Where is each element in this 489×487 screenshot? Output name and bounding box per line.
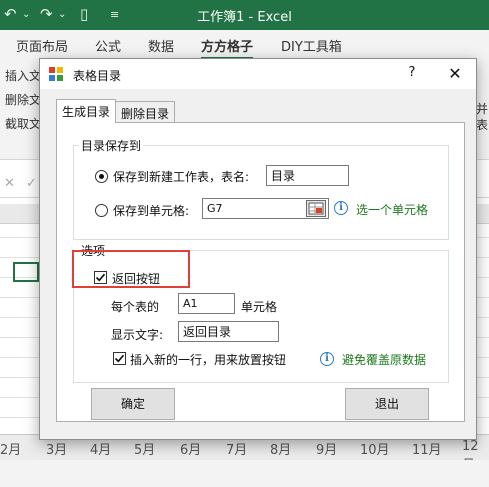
radio-cell[interactable] [95, 204, 108, 217]
display-text-label: 显示文字: [111, 328, 164, 342]
sheet-tab-mar[interactable]: 3月 [46, 439, 67, 458]
check-icon[interactable]: ✓ [26, 176, 37, 191]
sheet-tab-jun[interactable]: 6月 [180, 439, 201, 458]
highlight-annotation [72, 250, 190, 288]
sheet-tab-aug[interactable]: 8月 [270, 439, 291, 458]
sheet-tab-jul[interactable]: 7月 [226, 439, 247, 458]
radio-new-sheet-label[interactable]: 保存到新建工作表，表名: [113, 168, 249, 185]
sheet-tab-may[interactable]: 5月 [134, 439, 155, 458]
per-sheet-suffix: 单元格 [241, 300, 278, 314]
sheet-name-input[interactable] [266, 165, 349, 186]
sheet-tab-sep[interactable]: 9月 [316, 439, 337, 458]
ok-button[interactable]: 确定 [91, 388, 175, 420]
ribbon-tabs: 页面布局 公式 数据 方方格子 DIY工具箱 [0, 30, 489, 60]
app-icon [49, 67, 63, 81]
ribbon-tab-formulas[interactable]: 公式 [95, 36, 121, 55]
window-title: 工作簿1 - Excel [197, 10, 292, 25]
tab-delete[interactable]: 删除目录 [115, 101, 176, 123]
select-cell-link[interactable]: 选一个单元格 [356, 201, 428, 218]
radio-new-sheet[interactable] [95, 170, 108, 183]
ribbon-merge[interactable]: 并 [476, 100, 488, 117]
ribbon-tab-data[interactable]: 数据 [148, 36, 174, 55]
info-icon: i [334, 201, 348, 215]
insert-row-label[interactable]: 插入新的一行，用来放置按钮 [130, 351, 286, 368]
sheet-tab-apr[interactable]: 4月 [90, 439, 111, 458]
insert-row-checkbox[interactable] [113, 352, 126, 365]
exit-button[interactable]: 退出 [345, 388, 429, 420]
close-button[interactable]: ✕ [438, 62, 472, 86]
excel-titlebar: ↶ ⌄ ↷ ⌄ ▯ ≡ 工作簿1 - Excel [0, 0, 489, 30]
per-sheet-prefix: 每个表的 [111, 300, 160, 314]
cancel-icon[interactable]: ✕ [4, 176, 15, 191]
tab-generate[interactable]: 生成目录 [56, 99, 117, 123]
dialog-title: 表格目录 [73, 69, 122, 83]
sheet-tab-oct[interactable]: 10月 [360, 439, 390, 458]
save-location-label: 目录保存到 [79, 137, 144, 154]
radio-cell-label[interactable]: 保存到单元格: [113, 202, 189, 219]
dialog-titlebar[interactable]: 表格目录 ? ✕ [40, 59, 476, 89]
save-location-group: 目录保存到 保存到新建工作表，表名: 保存到单元格: i 选一个单元格 [73, 137, 449, 240]
select-range-icon[interactable] [306, 200, 326, 217]
status-bar [0, 460, 489, 487]
sheet-tab-feb[interactable]: 2月 [0, 439, 21, 458]
ribbon-insert-text[interactable]: 插入文 [5, 67, 41, 84]
ribbon-tab-fangfang[interactable]: 方方格子 [201, 36, 254, 60]
selected-cell[interactable] [13, 262, 39, 282]
help-button[interactable]: ? [400, 65, 424, 83]
ribbon-tab-page-layout[interactable]: 页面布局 [16, 36, 68, 55]
ribbon-extract-text[interactable]: 截取文 [5, 115, 41, 132]
sheet-tab-nov[interactable]: 11月 [412, 439, 442, 458]
per-sheet-cell-input[interactable] [178, 293, 235, 314]
ribbon-delete-text[interactable]: 删除文 [5, 91, 41, 108]
info-icon: i [320, 352, 334, 366]
ribbon-table[interactable]: 表 [476, 116, 488, 133]
display-text-input[interactable] [178, 321, 279, 342]
avoid-overwrite-link[interactable]: 避免覆盖原数据 [342, 351, 426, 368]
ribbon-tab-diy-toolbox[interactable]: DIY工具箱 [281, 36, 342, 55]
table-directory-dialog: 表格目录 ? ✕ 生成目录 删除目录 目录保存到 保存到新建工作表，表名: 保存… [39, 58, 477, 440]
